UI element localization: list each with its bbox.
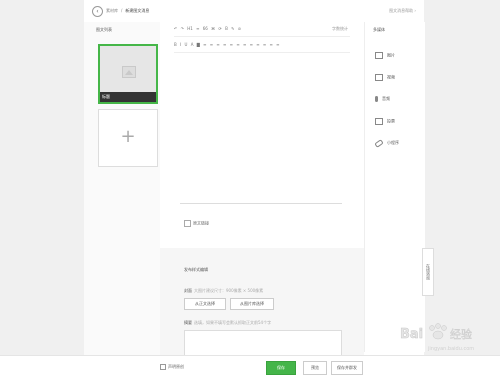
toolbar-divider: [174, 36, 350, 37]
declare-original-label: 声明原创: [168, 364, 184, 369]
toolbar-row-2: B I U A ▇ ≡ ≡ ≡ ≡ ≡ ≡ ≡ ≡ ≡ ≡ ≡ ≡: [174, 42, 282, 47]
abstract-label: 摘要: [184, 320, 192, 325]
align-left-icon[interactable]: ≡: [203, 42, 206, 47]
insert-vote-item[interactable]: 投票: [375, 118, 395, 125]
word-count-label: 字数统计: [332, 26, 348, 31]
top-bar: ‹ 素材库 / 新建图文消息 图文消息帮助 ›: [84, 0, 424, 23]
insert-image-item[interactable]: 图片: [375, 52, 395, 59]
original-link-checkbox[interactable]: [184, 220, 191, 227]
insert-audio-label: 音频: [382, 96, 390, 101]
table-icon[interactable]: ≡: [270, 42, 273, 47]
watermark-url: jingyan.baidu.com: [427, 346, 474, 352]
undo-icon[interactable]: ↶: [174, 26, 177, 31]
font-color-icon[interactable]: A: [191, 42, 194, 47]
content-divider: [180, 203, 342, 204]
article-card[interactable]: 标题: [98, 44, 158, 104]
online-help-tab[interactable]: 在线咨询: [422, 248, 434, 296]
abstract-field: 摘要 选填，如果不填写会默认抓取正文前54个字: [184, 320, 271, 326]
background-color-icon[interactable]: ▇: [197, 42, 200, 47]
preview-button[interactable]: 预览: [303, 361, 327, 375]
toolbar-row-1: ↶ ↷ H1 ≡ 66 ⌘ ⟳ B ✎ ⊘: [174, 26, 243, 31]
select-from-library-button[interactable]: 从图片库选择: [230, 298, 274, 310]
bold-icon[interactable]: B: [225, 26, 228, 31]
ordered-list-icon[interactable]: ≡: [250, 42, 253, 47]
align-icon[interactable]: ≡: [196, 26, 199, 31]
video-icon: [375, 74, 383, 81]
refresh-icon[interactable]: ⟳: [218, 26, 221, 31]
image-icon: [375, 52, 383, 59]
breadcrumb-item-library[interactable]: 素材库: [106, 8, 118, 13]
more-icon[interactable]: ≡: [276, 42, 279, 47]
cover-hint: 大图片建议尺寸：900像素 × 500像素: [194, 288, 264, 293]
quote-icon[interactable]: 66: [203, 26, 208, 31]
justify-icon[interactable]: ≡: [223, 42, 226, 47]
paw-icon: [429, 323, 447, 340]
toolbar-divider: [174, 52, 350, 53]
image-placeholder-icon: [122, 66, 136, 78]
save-button[interactable]: 保存: [266, 361, 296, 375]
back-icon[interactable]: ‹: [92, 6, 103, 17]
cover-field: 封面 大图片建议尺寸：900像素 × 500像素: [184, 288, 263, 294]
save-and-send-button[interactable]: 保存并群发: [331, 361, 363, 375]
mini-program-icon: [374, 138, 384, 148]
multimedia-panel: 多媒体 图片 视频 音频 投票 小程序: [364, 22, 425, 352]
original-link-option[interactable]: 原文链接: [184, 220, 209, 227]
baidu-watermark-logo: Bai 经验 jingyan.baidu.com: [400, 323, 474, 352]
abstract-hint: 选填，如果不填写会默认抓取正文前54个字: [194, 320, 272, 325]
insert-image-label: 图片: [387, 52, 395, 58]
bold-icon[interactable]: B: [174, 42, 177, 47]
footer-bar: 声明原创 保存 预览 保存并群发: [0, 355, 500, 376]
article-card-title: 标题: [100, 92, 156, 102]
insert-audio-item[interactable]: 音频: [375, 96, 390, 102]
insert-video-label: 视频: [387, 74, 395, 80]
breadcrumb-item-current: 新建图文消息: [125, 8, 150, 13]
original-link-label: 原文链接: [193, 220, 209, 226]
article-list-title: 图文列表: [96, 27, 112, 32]
help-link[interactable]: 图文消息帮助 ›: [389, 8, 416, 14]
editor-frame: ‹ 素材库 / 新建图文消息 图文消息帮助 › 图文列表 标题 + ↶ ↷ H1 ≡…: [84, 0, 425, 375]
watermark-brand: Bai: [400, 327, 423, 342]
italic-icon[interactable]: I: [180, 42, 181, 47]
publish-settings-title: 发布样式编辑: [184, 267, 208, 272]
align-center-icon[interactable]: ≡: [210, 42, 213, 47]
format-icon[interactable]: ⌘: [211, 26, 215, 31]
underline-icon[interactable]: U: [185, 42, 188, 47]
heading-icon[interactable]: H1: [187, 26, 193, 31]
align-right-icon[interactable]: ≡: [216, 42, 219, 47]
article-list-panel: 图文列表 标题 +: [84, 22, 161, 362]
spacing-icon[interactable]: ≡: [263, 42, 266, 47]
audio-icon: [375, 96, 378, 102]
outdent-icon[interactable]: ≡: [236, 42, 239, 47]
indent-icon[interactable]: ≡: [230, 42, 233, 47]
insert-video-item[interactable]: 视频: [375, 74, 395, 81]
select-from-body-button[interactable]: 从正文选择: [184, 298, 226, 310]
watermark-suffix: 经验: [450, 327, 472, 341]
vote-icon: [375, 118, 383, 125]
add-article-button[interactable]: +: [98, 109, 158, 167]
line-height-icon[interactable]: ≡: [256, 42, 259, 47]
list-icon[interactable]: ≡: [243, 42, 246, 47]
breadcrumb: 素材库 / 新建图文消息: [106, 8, 149, 14]
cover-label: 封面: [184, 288, 192, 293]
declare-original-option[interactable]: 声明原创: [160, 364, 184, 370]
breadcrumb-separator: /: [121, 8, 123, 13]
insert-mini-program-item[interactable]: 小程序: [374, 138, 399, 148]
insert-mini-program-label: 小程序: [387, 140, 399, 145]
pen-icon[interactable]: ✎: [231, 26, 234, 31]
clear-icon[interactable]: ⊘: [238, 26, 241, 31]
declare-original-checkbox[interactable]: [160, 364, 166, 370]
insert-vote-label: 投票: [387, 118, 395, 124]
redo-icon[interactable]: ↷: [181, 26, 184, 31]
multimedia-title: 多媒体: [373, 27, 385, 32]
publish-settings: 发布样式编辑 封面 大图片建议尺寸：900像素 × 500像素 从正文选择 从图片…: [160, 248, 364, 360]
